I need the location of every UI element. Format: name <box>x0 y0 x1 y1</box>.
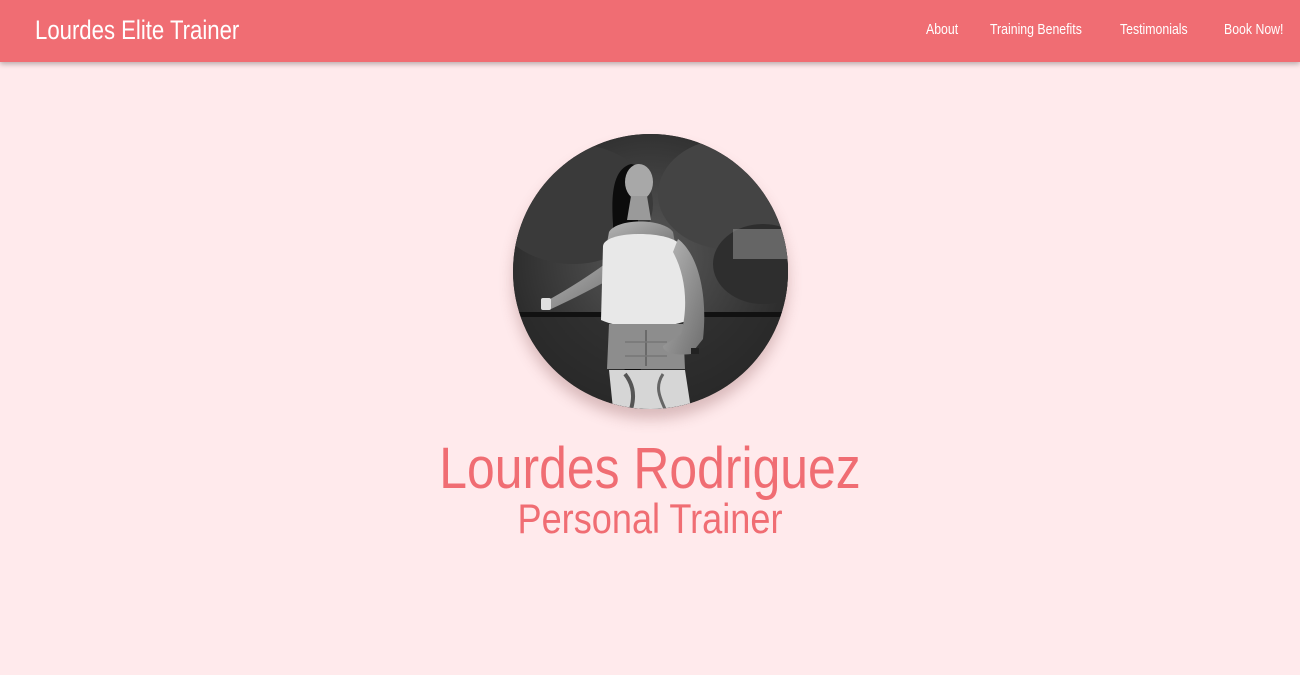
trainer-name: Lourdes Rodriguez <box>439 436 861 501</box>
trainer-title: Personal Trainer <box>517 495 783 542</box>
brand-link[interactable]: Lourdes Elite Trainer <box>35 12 239 48</box>
nav-link-training-benefits[interactable]: Training Benefits <box>990 19 1082 41</box>
profile-photo-image <box>513 134 788 409</box>
nav-link-testimonials[interactable]: Testimonials <box>1120 19 1188 41</box>
top-navbar: Lourdes Elite Trainer About Training Ben… <box>0 0 1300 62</box>
nav-link-book-now[interactable]: Book Now! <box>1224 19 1283 41</box>
profile-photo <box>513 134 788 409</box>
nav-link-about[interactable]: About <box>926 19 958 41</box>
